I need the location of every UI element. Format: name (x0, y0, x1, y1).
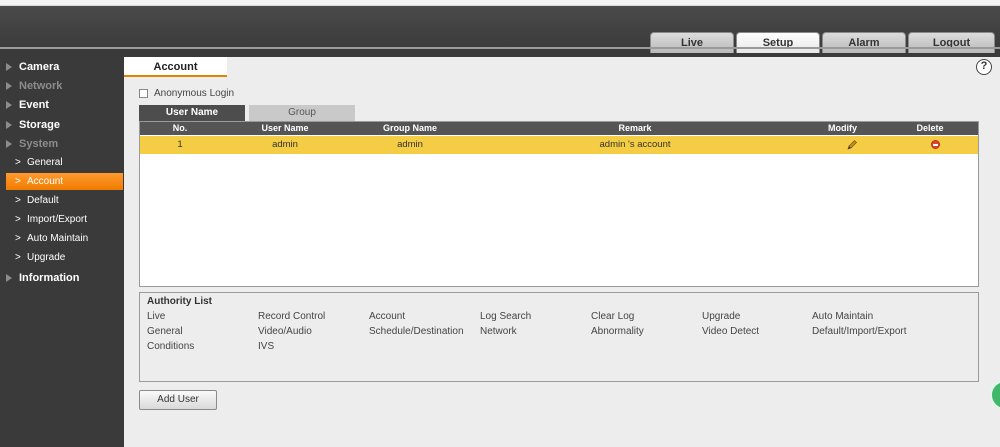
column-header-remark: Remark (618, 123, 652, 133)
sidebar-subitem-label: Import/Export (27, 214, 88, 225)
authority-item: Record Control (258, 311, 326, 322)
column-header-delete: Delete (916, 123, 944, 133)
anonymous-login-label: Anonymous Login (154, 88, 235, 99)
authority-item: Conditions (147, 341, 195, 352)
help-icon[interactable]: ? (976, 59, 992, 75)
cell-user-name: admin (272, 139, 298, 150)
sidebar-subitem-auto-maintain[interactable]: > Auto Maintain (6, 230, 123, 247)
authority-list: Authority List Live Record Control Accou… (139, 292, 979, 382)
table-header: No. User Name Group Name Remark Modify D… (140, 122, 978, 135)
sidebar-item-storage[interactable]: Storage (0, 116, 124, 134)
sidebar-subitem-general[interactable]: > General (6, 154, 123, 171)
page-tab-account[interactable]: Account (124, 57, 227, 77)
table-row[interactable]: 1 admin admin admin 's account (140, 136, 978, 154)
authority-item: Account (369, 311, 406, 322)
sidebar-subitem-label: General (27, 157, 63, 168)
app-header: Live Setup Alarm Logout (0, 6, 1000, 53)
chevron-right-icon: > (15, 214, 21, 225)
subtab-user-name[interactable]: User Name (139, 105, 245, 121)
authority-item: General (147, 326, 183, 337)
authority-item: IVS (258, 341, 275, 352)
chevron-right-icon: > (15, 252, 21, 263)
cell-group-name: admin (397, 139, 423, 150)
authority-list-title: Authority List (147, 296, 212, 307)
collapsed-arrow-icon (6, 82, 12, 90)
chevron-right-icon: > (15, 233, 21, 244)
authority-item: Video Detect (702, 326, 760, 337)
edit-pencil-icon[interactable] (846, 139, 858, 151)
authority-item: Schedule/Destination (369, 326, 464, 337)
nav-tab-setup[interactable]: Setup (736, 32, 820, 53)
sidebar-item-event[interactable]: Event (0, 96, 124, 114)
nav-tab-alarm[interactable]: Alarm (822, 32, 906, 53)
delete-icon[interactable] (931, 140, 940, 149)
chevron-right-icon: > (15, 157, 21, 168)
sidebar: Camera Network Event Storage System > Ge… (0, 49, 124, 447)
cell-no: 1 (177, 139, 183, 150)
sidebar-item-label: Information (19, 272, 80, 284)
authority-item: Video/Audio (258, 326, 312, 337)
column-header-group-name: Group Name (382, 123, 437, 133)
authority-item: Network (480, 326, 517, 337)
column-header-modify: Modify (828, 123, 857, 133)
nav-tab-live[interactable]: Live (650, 32, 734, 53)
chevron-right-icon: > (15, 195, 21, 206)
collapsed-arrow-icon (6, 140, 12, 148)
subtab-group[interactable]: Group (249, 105, 355, 121)
collapsed-arrow-icon (6, 121, 12, 129)
user-table: No. User Name Group Name Remark Modify D… (139, 121, 979, 287)
sidebar-item-label: Storage (19, 119, 60, 131)
sidebar-item-camera[interactable]: Camera (0, 58, 124, 76)
sidebar-item-information[interactable]: Information (0, 269, 124, 287)
sidebar-item-label: System (19, 138, 59, 150)
sidebar-subitem-import-export[interactable]: > Import/Export (6, 211, 123, 228)
header-divider (0, 47, 1000, 49)
cell-remark: admin 's account (599, 139, 671, 150)
main-panel: Account ? Anonymous Login User Name Grou… (124, 57, 1000, 447)
sidebar-subitem-default[interactable]: > Default (6, 192, 123, 209)
column-header-user-name: User Name (261, 123, 309, 133)
sidebar-subitem-upgrade[interactable]: > Upgrade (6, 249, 123, 266)
authority-item: Live (147, 311, 166, 322)
authority-item: Upgrade (702, 311, 741, 322)
anonymous-login-checkbox[interactable] (139, 89, 148, 98)
sidebar-subitem-account[interactable]: > Account (6, 173, 123, 190)
authority-item: Default/Import/Export (812, 326, 907, 337)
collapsed-arrow-icon (6, 63, 12, 71)
authority-item: Abnormality (591, 326, 644, 337)
authority-item: Auto Maintain (812, 311, 874, 322)
chevron-right-icon: > (15, 176, 21, 187)
add-user-button[interactable]: Add User (139, 390, 217, 410)
sidebar-subitem-label: Upgrade (27, 252, 66, 263)
nav-tab-logout[interactable]: Logout (908, 32, 995, 53)
authority-item: Clear Log (591, 311, 635, 322)
sidebar-subitem-label: Auto Maintain (27, 233, 89, 244)
sidebar-item-label: Camera (19, 61, 60, 73)
collapsed-arrow-icon (6, 101, 12, 109)
sidebar-item-system[interactable]: System (0, 135, 124, 153)
collapsed-arrow-icon (6, 274, 12, 282)
sidebar-item-network[interactable]: Network (0, 77, 124, 95)
column-header-no: No. (172, 123, 188, 133)
sidebar-subitem-label: Account (27, 176, 64, 187)
sidebar-item-label: Network (19, 80, 63, 92)
authority-item: Log Search (480, 311, 532, 322)
sidebar-item-label: Event (19, 99, 49, 111)
sidebar-subitem-label: Default (27, 195, 59, 206)
